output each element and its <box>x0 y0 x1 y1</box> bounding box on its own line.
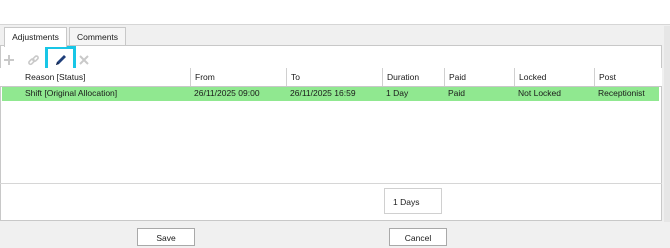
add-button[interactable] <box>1 52 17 68</box>
tab-adjustments[interactable]: Adjustments <box>4 27 67 47</box>
table-header: Reason [Status] From To Duration Paid Lo… <box>0 68 662 87</box>
table-row[interactable]: Shift [Original Allocation] 26/11/2025 0… <box>2 86 659 101</box>
total-duration: 1 Days <box>384 188 442 214</box>
footer-divider <box>0 183 662 184</box>
close-icon <box>79 55 89 65</box>
vertical-scrollbar[interactable] <box>664 26 670 222</box>
column-header-locked[interactable]: Locked <box>514 68 594 86</box>
column-header-duration[interactable]: Duration <box>382 68 444 86</box>
cell-locked: Not Locked <box>518 88 561 98</box>
save-button[interactable]: Save <box>137 228 195 246</box>
column-header-to[interactable]: To <box>286 68 382 86</box>
cell-reason: Shift [Original Allocation] <box>25 88 118 98</box>
plus-icon <box>4 55 14 65</box>
column-header-post[interactable]: Post <box>594 68 662 86</box>
top-area <box>0 0 670 25</box>
cell-to: 26/11/2025 16:59 <box>290 88 356 98</box>
column-header-reason[interactable]: Reason [Status] <box>21 68 190 86</box>
cell-duration: 1 Day <box>386 88 409 98</box>
cell-post: Receptionist <box>598 88 645 98</box>
delete-button[interactable] <box>76 52 92 68</box>
link-button[interactable] <box>25 52 41 68</box>
column-header-from[interactable]: From <box>190 68 286 86</box>
link-icon <box>27 54 39 65</box>
cell-paid: Paid <box>448 88 466 98</box>
cell-from: 26/11/2025 09:00 <box>194 88 260 98</box>
column-header-paid[interactable]: Paid <box>444 68 514 86</box>
tab-comments[interactable]: Comments <box>69 27 126 46</box>
pencil-icon <box>55 54 66 65</box>
cancel-button[interactable]: Cancel <box>389 228 447 246</box>
